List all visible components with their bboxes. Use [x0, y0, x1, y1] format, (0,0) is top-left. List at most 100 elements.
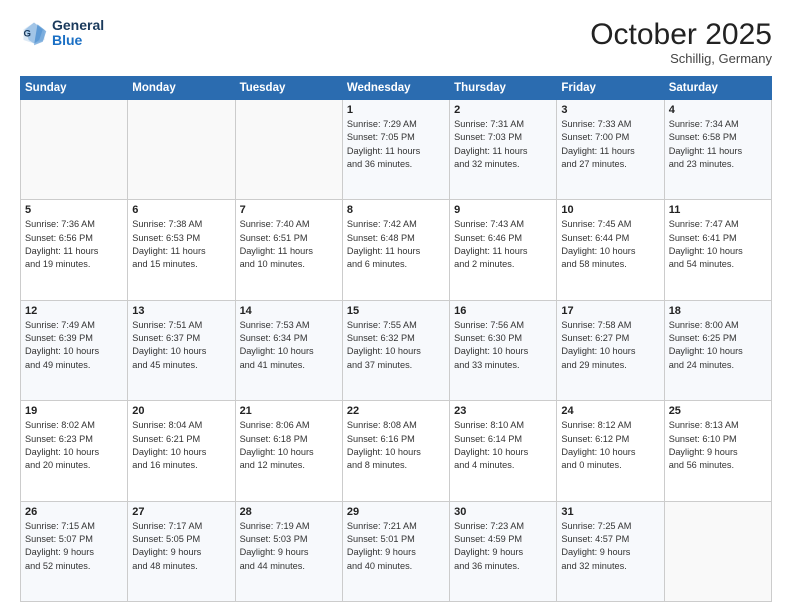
day-number: 9 [454, 204, 552, 216]
calendar-cell: 19 Sunrise: 8:02 AM Sunset: 6:23 PM Dayli… [21, 401, 128, 501]
calendar-cell: 25Sunrise: 8:13 AM Sunset: 6:10 PM Dayli… [664, 401, 771, 501]
calendar-cell [128, 100, 235, 200]
calendar-week-3: 12 Sunrise: 7:49 AM Sunset: 6:39 PM Dayli… [21, 300, 772, 400]
day-number: 14 [240, 305, 338, 317]
svg-text:G: G [24, 29, 31, 40]
day-number: 27 [132, 506, 230, 518]
weekday-header-wednesday: Wednesday [342, 77, 449, 100]
day-info: Sunrise: 7:55 AM Sunset: 6:32 PM Dayligh… [347, 319, 445, 372]
day-info: Sunrise: 7:38 AM Sunset: 6:53 PM Dayligh… [132, 218, 230, 271]
day-info: Sunrise: 7:25 AM Sunset: 4:57 PM Dayligh… [561, 520, 659, 573]
day-number: 16 [454, 305, 552, 317]
day-number: 8 [347, 204, 445, 216]
day-number: 4 [669, 104, 767, 116]
day-number: 12 [25, 305, 123, 317]
day-number: 29 [347, 506, 445, 518]
logo-icon: G [20, 19, 48, 47]
weekday-header-saturday: Saturday [664, 77, 771, 100]
calendar-cell: 7 Sunrise: 7:40 AM Sunset: 6:51 PM Daylig… [235, 200, 342, 300]
calendar-cell [235, 100, 342, 200]
day-info: Sunrise: 8:13 AM Sunset: 6:10 PM Dayligh… [669, 419, 767, 472]
day-info: Sunrise: 7:49 AM Sunset: 6:39 PM Dayligh… [25, 319, 123, 372]
calendar-cell: 24Sunrise: 8:12 AM Sunset: 6:12 PM Dayli… [557, 401, 664, 501]
calendar-table: SundayMondayTuesdayWednesdayThursdayFrid… [20, 76, 772, 602]
title-block: October 2025 Schillig, Germany [590, 18, 772, 66]
day-info: Sunrise: 7:34 AM Sunset: 6:58 PM Dayligh… [669, 118, 767, 171]
day-info: Sunrise: 7:42 AM Sunset: 6:48 PM Dayligh… [347, 218, 445, 271]
calendar-cell: 11 Sunrise: 7:47 AM Sunset: 6:41 PM Dayli… [664, 200, 771, 300]
day-info: Sunrise: 7:53 AM Sunset: 6:34 PM Dayligh… [240, 319, 338, 372]
day-info: Sunrise: 8:00 AM Sunset: 6:25 PM Dayligh… [669, 319, 767, 372]
calendar-cell: 3Sunrise: 7:33 AM Sunset: 7:00 PM Daylig… [557, 100, 664, 200]
calendar-cell: 29 Sunrise: 7:21 AM Sunset: 5:01 PM Dayli… [342, 501, 449, 601]
day-number: 21 [240, 405, 338, 417]
calendar-cell: 14 Sunrise: 7:53 AM Sunset: 6:34 PM Dayli… [235, 300, 342, 400]
day-info: Sunrise: 8:10 AM Sunset: 6:14 PM Dayligh… [454, 419, 552, 472]
day-info: Sunrise: 7:23 AM Sunset: 4:59 PM Dayligh… [454, 520, 552, 573]
calendar-cell [664, 501, 771, 601]
day-number: 5 [25, 204, 123, 216]
day-info: Sunrise: 7:21 AM Sunset: 5:01 PM Dayligh… [347, 520, 445, 573]
calendar-cell: 31Sunrise: 7:25 AM Sunset: 4:57 PM Dayli… [557, 501, 664, 601]
day-info: Sunrise: 7:33 AM Sunset: 7:00 PM Dayligh… [561, 118, 659, 171]
calendar-week-2: 5 Sunrise: 7:36 AM Sunset: 6:56 PM Daylig… [21, 200, 772, 300]
day-info: Sunrise: 8:08 AM Sunset: 6:16 PM Dayligh… [347, 419, 445, 472]
day-info: Sunrise: 7:47 AM Sunset: 6:41 PM Dayligh… [669, 218, 767, 271]
day-info: Sunrise: 7:36 AM Sunset: 6:56 PM Dayligh… [25, 218, 123, 271]
calendar-cell: 2 Sunrise: 7:31 AM Sunset: 7:03 PM Daylig… [450, 100, 557, 200]
day-number: 26 [25, 506, 123, 518]
calendar-week-4: 19 Sunrise: 8:02 AM Sunset: 6:23 PM Dayli… [21, 401, 772, 501]
day-info: Sunrise: 8:12 AM Sunset: 6:12 PM Dayligh… [561, 419, 659, 472]
day-info: Sunrise: 7:31 AM Sunset: 7:03 PM Dayligh… [454, 118, 552, 171]
month-title: October 2025 [590, 18, 772, 51]
day-number: 17 [561, 305, 659, 317]
calendar-cell [21, 100, 128, 200]
calendar-cell: 4 Sunrise: 7:34 AM Sunset: 6:58 PM Daylig… [664, 100, 771, 200]
day-number: 10 [561, 204, 659, 216]
calendar-cell: 22 Sunrise: 8:08 AM Sunset: 6:16 PM Dayli… [342, 401, 449, 501]
day-info: Sunrise: 7:29 AM Sunset: 7:05 PM Dayligh… [347, 118, 445, 171]
day-number: 18 [669, 305, 767, 317]
calendar-cell: 1 Sunrise: 7:29 AM Sunset: 7:05 PM Daylig… [342, 100, 449, 200]
weekday-header-tuesday: Tuesday [235, 77, 342, 100]
logo-text: General Blue [52, 18, 104, 49]
calendar-week-5: 26Sunrise: 7:15 AM Sunset: 5:07 PM Dayli… [21, 501, 772, 601]
day-number: 28 [240, 506, 338, 518]
weekday-header-sunday: Sunday [21, 77, 128, 100]
day-number: 15 [347, 305, 445, 317]
calendar-cell: 13Sunrise: 7:51 AM Sunset: 6:37 PM Dayli… [128, 300, 235, 400]
day-number: 7 [240, 204, 338, 216]
calendar-cell: 8 Sunrise: 7:42 AM Sunset: 6:48 PM Daylig… [342, 200, 449, 300]
day-number: 6 [132, 204, 230, 216]
calendar-cell: 12 Sunrise: 7:49 AM Sunset: 6:39 PM Dayli… [21, 300, 128, 400]
calendar-cell: 17Sunrise: 7:58 AM Sunset: 6:27 PM Dayli… [557, 300, 664, 400]
day-info: Sunrise: 7:40 AM Sunset: 6:51 PM Dayligh… [240, 218, 338, 271]
day-info: Sunrise: 8:02 AM Sunset: 6:23 PM Dayligh… [25, 419, 123, 472]
calendar-week-1: 1 Sunrise: 7:29 AM Sunset: 7:05 PM Daylig… [21, 100, 772, 200]
location-subtitle: Schillig, Germany [590, 51, 772, 66]
calendar-cell: 28 Sunrise: 7:19 AM Sunset: 5:03 PM Dayli… [235, 501, 342, 601]
day-number: 22 [347, 405, 445, 417]
day-number: 11 [669, 204, 767, 216]
logo: G General Blue [20, 18, 104, 49]
calendar-cell: 5 Sunrise: 7:36 AM Sunset: 6:56 PM Daylig… [21, 200, 128, 300]
calendar-cell: 26Sunrise: 7:15 AM Sunset: 5:07 PM Dayli… [21, 501, 128, 601]
weekday-header-row: SundayMondayTuesdayWednesdayThursdayFrid… [21, 77, 772, 100]
calendar-cell: 21 Sunrise: 8:06 AM Sunset: 6:18 PM Dayli… [235, 401, 342, 501]
calendar-cell: 6 Sunrise: 7:38 AM Sunset: 6:53 PM Daylig… [128, 200, 235, 300]
day-number: 19 [25, 405, 123, 417]
calendar-cell: 20Sunrise: 8:04 AM Sunset: 6:21 PM Dayli… [128, 401, 235, 501]
day-number: 2 [454, 104, 552, 116]
day-info: Sunrise: 7:43 AM Sunset: 6:46 PM Dayligh… [454, 218, 552, 271]
day-info: Sunrise: 7:19 AM Sunset: 5:03 PM Dayligh… [240, 520, 338, 573]
header: G General Blue October 2025 Schillig, Ge… [20, 18, 772, 66]
page: G General Blue October 2025 Schillig, Ge… [0, 0, 792, 612]
day-number: 13 [132, 305, 230, 317]
day-number: 1 [347, 104, 445, 116]
weekday-header-monday: Monday [128, 77, 235, 100]
calendar-cell: 15 Sunrise: 7:55 AM Sunset: 6:32 PM Dayli… [342, 300, 449, 400]
day-number: 20 [132, 405, 230, 417]
day-number: 23 [454, 405, 552, 417]
day-info: Sunrise: 7:45 AM Sunset: 6:44 PM Dayligh… [561, 218, 659, 271]
day-info: Sunrise: 8:06 AM Sunset: 6:18 PM Dayligh… [240, 419, 338, 472]
